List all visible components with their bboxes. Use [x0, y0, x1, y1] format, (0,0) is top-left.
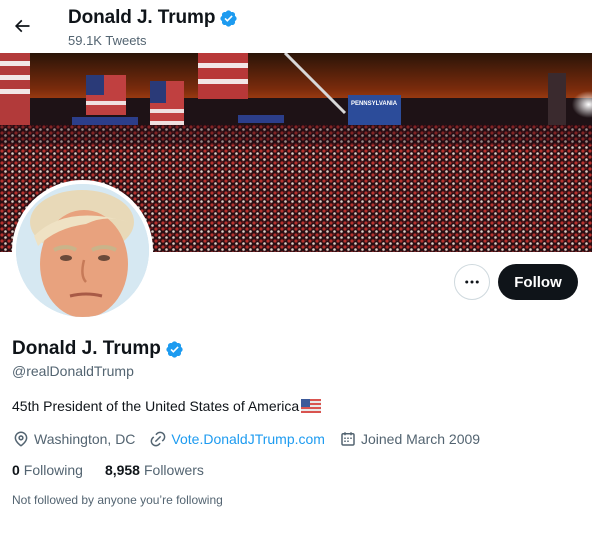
tweet-count: 59.1K Tweets	[68, 33, 147, 48]
joined-item: Joined March 2009	[339, 430, 480, 448]
website-link[interactable]: Vote.DonaldJTrump.com	[171, 431, 325, 447]
following-label: Following	[23, 462, 83, 478]
profile-bio: 45th President of the United States of A…	[12, 398, 322, 414]
followers-link[interactable]: 8,958 Followers	[105, 462, 204, 478]
avatar-portrait	[16, 184, 149, 317]
verified-badge-icon	[220, 9, 237, 27]
follow-stats: 0 Following 8,958 Followers	[12, 462, 226, 478]
location-text: Washington, DC	[34, 431, 136, 447]
following-link[interactable]: 0 Following	[12, 462, 83, 478]
calendar-icon	[341, 432, 355, 446]
verified-badge-icon[interactable]	[165, 340, 184, 359]
profile-name: Donald J. Trump	[12, 338, 161, 359]
joined-text: Joined March 2009	[360, 431, 481, 447]
location-pin-icon	[14, 431, 28, 447]
website-item[interactable]: Vote.DonaldJTrump.com	[149, 430, 325, 448]
profile-meta: Washington, DC Vote.DonaldJTrump.com Joi…	[12, 430, 494, 448]
profile-header: Donald J. Trump 59.1K Tweets	[0, 0, 592, 53]
following-count: 0	[12, 462, 20, 478]
location-item: Washington, DC	[12, 430, 135, 448]
arrow-left-icon	[14, 19, 30, 33]
profile-handle: @realDonaldTrump	[12, 363, 134, 379]
profile-name-row: Donald J. Trump	[12, 338, 184, 360]
follow-button[interactable]: Follow	[498, 264, 578, 300]
followers-label: Followers	[143, 462, 204, 478]
link-icon	[151, 431, 166, 447]
back-button[interactable]	[6, 10, 38, 42]
profile-avatar[interactable]	[12, 180, 153, 321]
header-name: Donald J. Trump	[68, 7, 216, 28]
bio-text: 45th President of the United States of A…	[12, 398, 300, 414]
header-title-row: Donald J. Trump	[68, 7, 238, 29]
us-flag-icon	[301, 399, 322, 413]
banner-sign-text: PENNSYLVANIA	[351, 101, 398, 107]
more-options-button[interactable]	[454, 264, 490, 300]
followers-count: 8,958	[104, 462, 140, 478]
not-followed-note: Not followed by anyone you’re following	[12, 493, 223, 507]
more-dots-icon	[465, 280, 479, 284]
